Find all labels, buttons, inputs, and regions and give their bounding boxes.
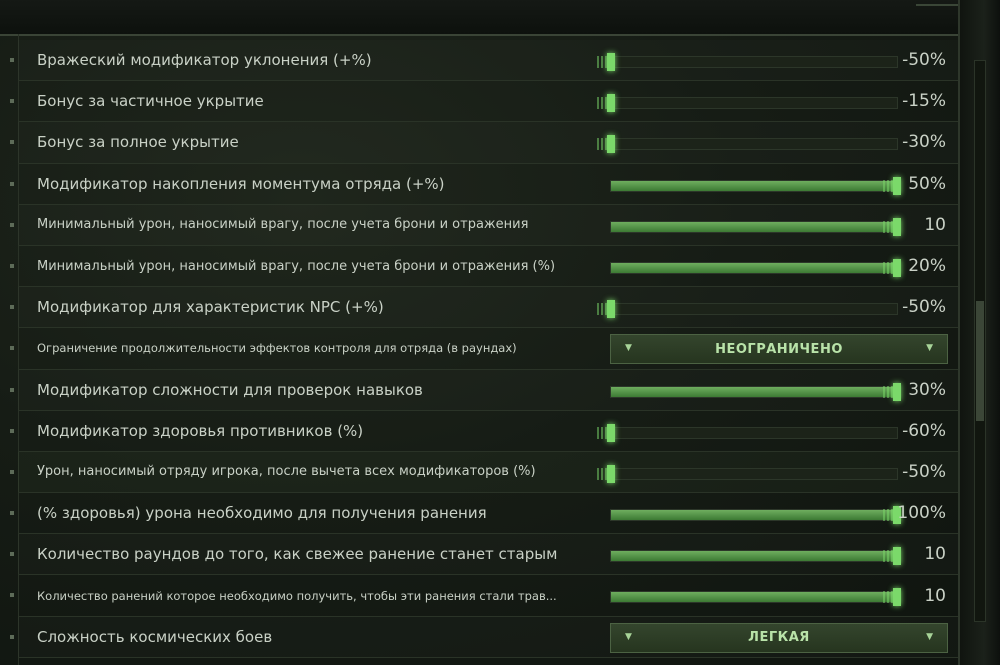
right-frame	[958, 0, 1000, 665]
slider-fill	[611, 510, 897, 521]
setting-value: -50%	[902, 297, 946, 318]
dropdown-value: НЕОГРАНИЧЕНО	[715, 341, 843, 357]
settings-row: Сложность космических боев ▼ ЛЕГКАЯ ▼	[10, 617, 958, 658]
setting-value: -30%	[902, 132, 946, 153]
setting-slider[interactable]	[610, 547, 901, 566]
slider-handle[interactable]	[597, 135, 615, 154]
setting-label: Количество раундов до того, как свежее р…	[37, 545, 558, 564]
slider-fill	[611, 386, 897, 397]
setting-label: Минимальный урон, наносимый врагу, после…	[37, 258, 556, 274]
setting-label: Модификатор сложности для проверок навык…	[37, 380, 423, 399]
setting-slider[interactable]	[597, 464, 898, 483]
setting-value: 20%	[908, 256, 946, 277]
setting-slider[interactable]	[597, 53, 898, 71]
settings-row: Бонус за частичное укрытие -15%	[10, 81, 958, 123]
slider-handle[interactable]	[597, 53, 615, 71]
setting-label: Модификатор здоровья противников (%)	[37, 421, 364, 440]
slider-handle[interactable]	[597, 464, 615, 483]
setting-label: Вражеский модификатор уклонения (+%)	[37, 51, 372, 70]
setting-label: Бонус за полное укрытие	[37, 133, 239, 152]
setting-value: -50%	[902, 461, 946, 482]
setting-slider[interactable]	[597, 423, 898, 442]
setting-slider[interactable]	[597, 300, 898, 319]
settings-row: Вражеский модификатор уклонения (+%) -50%	[10, 40, 958, 82]
setting-label: (% здоровья) урона необходимо для получе…	[37, 504, 487, 523]
setting-value: -60%	[902, 420, 946, 441]
row-bullet-icon	[10, 181, 14, 186]
setting-value: -50%	[902, 50, 946, 71]
row-bullet-icon	[10, 58, 14, 62]
settings-row: Модификатор здоровья противников (%) -60%	[10, 411, 958, 452]
dropdown-value: ЛЕГКАЯ	[748, 630, 810, 646]
scrollbar-thumb[interactable]	[976, 301, 984, 421]
setting-slider[interactable]	[610, 258, 901, 277]
setting-value: 10	[924, 585, 946, 606]
settings-row: Количество раундов до того, как свежее р…	[10, 534, 958, 576]
panel-header	[0, 0, 1000, 36]
settings-row: Минимальный урон, наносимый врагу, после…	[10, 205, 958, 246]
settings-row: Минимальный урон, наносимый врагу, после…	[10, 246, 958, 288]
row-bullet-icon	[10, 222, 14, 227]
settings-row: Урон, наносимый отряду игрока, после выч…	[10, 451, 958, 494]
row-bullet-icon	[10, 305, 14, 310]
setting-slider[interactable]	[610, 176, 901, 195]
settings-row: Ограничение продолжительности эффектов к…	[10, 328, 958, 370]
slider-handle[interactable]	[597, 94, 615, 113]
setting-label: Модификатор накопления моментума отряда …	[37, 174, 445, 193]
settings-row: Количество ранений которое необходимо по…	[10, 575, 958, 617]
chevron-down-icon[interactable]: ▼	[926, 632, 933, 642]
scrollbar[interactable]	[974, 60, 986, 622]
slider-fill	[611, 262, 897, 273]
setting-dropdown[interactable]: ▼ ЛЕГКАЯ ▼	[610, 622, 948, 653]
setting-value: 30%	[908, 379, 946, 400]
setting-value: 10	[924, 544, 946, 565]
setting-slider[interactable]	[597, 94, 898, 113]
setting-label: Количество ранений которое необходимо по…	[37, 588, 557, 603]
settings-list: Вражеский модификатор уклонения (+%) -50%…	[10, 40, 958, 658]
row-bullet-icon	[10, 428, 14, 433]
settings-row: Модификатор сложности для проверок навык…	[10, 370, 958, 411]
chevron-down-icon[interactable]: ▼	[625, 632, 632, 642]
settings-row: Бонус за полное укрытие -30%	[10, 122, 958, 164]
settings-row: Модификатор накопления моментума отряда …	[10, 164, 958, 205]
slider-handle[interactable]	[597, 300, 615, 319]
row-bullet-icon	[10, 140, 14, 145]
row-bullet-icon	[10, 469, 14, 474]
slider-fill	[611, 180, 897, 191]
setting-slider[interactable]	[610, 382, 901, 401]
chevron-down-icon[interactable]: ▼	[926, 343, 933, 353]
setting-label: Урон, наносимый отряду игрока, после выч…	[37, 464, 536, 480]
setting-value: 10	[924, 214, 946, 235]
setting-slider[interactable]	[610, 588, 901, 607]
row-bullet-icon	[10, 346, 14, 351]
slider-fill	[611, 221, 897, 232]
row-bullet-icon	[10, 263, 14, 268]
row-bullet-icon	[10, 99, 14, 104]
setting-dropdown[interactable]: ▼ НЕОГРАНИЧЕНО ▼	[610, 334, 948, 365]
row-bullet-icon	[10, 634, 14, 639]
setting-label: Бонус за частичное укрытие	[37, 92, 264, 111]
setting-slider[interactable]	[610, 217, 901, 236]
setting-slider[interactable]	[597, 135, 898, 154]
chevron-down-icon[interactable]: ▼	[625, 343, 632, 353]
setting-label: Минимальный урон, наносимый врагу, после…	[37, 217, 529, 233]
slider-fill	[611, 551, 897, 562]
setting-label: Модификатор для характеристик NPC (+%)	[37, 298, 384, 317]
setting-value: -15%	[902, 91, 946, 112]
setting-value: 100%	[897, 503, 946, 524]
row-bullet-icon	[10, 387, 14, 392]
setting-label: Ограничение продолжительности эффектов к…	[37, 341, 517, 356]
setting-label: Сложность космических боев	[37, 627, 273, 646]
setting-value: 50%	[908, 173, 946, 194]
settings-row: (% здоровья) урона необходимо для получе…	[10, 493, 958, 535]
slider-handle[interactable]	[597, 423, 615, 442]
slider-fill	[611, 592, 897, 603]
setting-slider[interactable]	[610, 506, 901, 525]
row-bullet-icon	[10, 552, 14, 557]
settings-row: Модификатор для характеристик NPC (+%) -5…	[10, 287, 958, 329]
settings-panel: Вражеский модификатор уклонения (+%) -50%…	[0, 0, 1000, 665]
row-bullet-icon	[10, 593, 14, 598]
row-bullet-icon	[10, 511, 14, 516]
